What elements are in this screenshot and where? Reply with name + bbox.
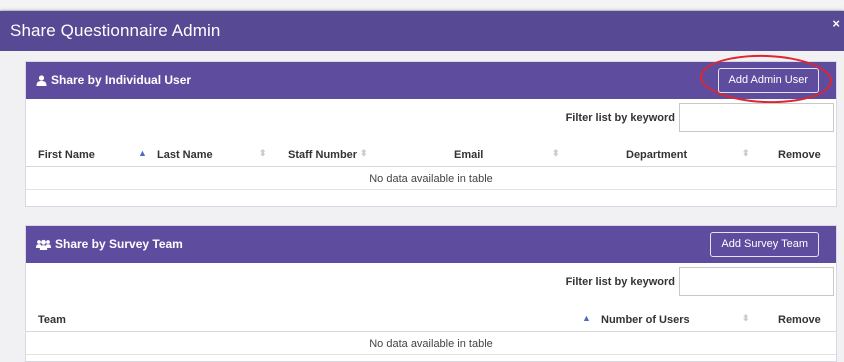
share-questionnaire-admin-modal: Share Questionnaire Admin × Share by Ind… [0,11,844,362]
column-header-email[interactable]: Email [454,149,483,161]
column-header-last-name[interactable]: Last Name [157,149,213,161]
sort-both-icon[interactable]: ⬍ [360,148,368,159]
column-header-number-of-users[interactable]: Number of Users [601,314,690,326]
table-header-team: Team ▲ Number of Users ⬍ Remove [26,310,836,332]
filter-label: Filter list by keyword [565,111,675,124]
column-header-remove: Remove [778,149,821,161]
panel-title-team-label: Share by Survey Team [55,237,183,251]
user-icon [36,74,47,86]
empty-table-message: No data available in table [26,168,836,190]
background-page-strip [0,0,844,11]
sort-both-icon[interactable]: ⬍ [742,313,750,324]
filter-label: Filter list by keyword [565,275,675,288]
close-icon[interactable]: × [832,17,840,30]
filter-input-individual[interactable] [679,103,834,132]
add-survey-team-button[interactable]: Add Survey Team [710,232,819,257]
add-admin-user-button[interactable]: Add Admin User [717,68,819,93]
table-header-individual: First Name ▲ Last Name ⬍ Staff Number ⬍ … [26,145,836,167]
column-header-remove: Remove [778,314,821,326]
sort-ascending-icon[interactable]: ▲ [582,313,591,323]
filter-input-team[interactable] [679,267,834,296]
panel-heading-team: Share by Survey Team Add Survey Team [26,226,836,263]
column-header-team[interactable]: Team [38,314,66,326]
panel-title-individual: Share by Individual User [36,73,191,87]
sort-both-icon[interactable]: ⬍ [259,148,267,159]
column-header-first-name[interactable]: First Name [38,149,95,161]
empty-table-message: No data available in table [26,333,836,355]
panel-heading-individual: Share by Individual User Add Admin User [26,52,836,106]
sort-ascending-icon[interactable]: ▲ [138,148,147,158]
share-by-individual-user-panel: Share by Individual User Add Admin User … [25,52,837,207]
modal-title: Share Questionnaire Admin [10,21,221,40]
column-header-department[interactable]: Department [626,149,687,161]
filter-row-team: Filter list by keyword [566,267,834,296]
column-header-staff-number[interactable]: Staff Number [288,149,357,161]
panel-title-individual-label: Share by Individual User [51,73,192,87]
filter-row-individual: Filter list by keyword [566,103,834,132]
sort-both-icon[interactable]: ⬍ [552,148,560,159]
panel-title-team: Share by Survey Team [36,237,183,251]
users-icon [36,239,51,250]
sort-both-icon[interactable]: ⬍ [742,148,750,159]
share-by-survey-team-panel: Share by Survey Team Add Survey Team Fil… [25,225,837,362]
modal-header: Share Questionnaire Admin × [0,11,844,51]
